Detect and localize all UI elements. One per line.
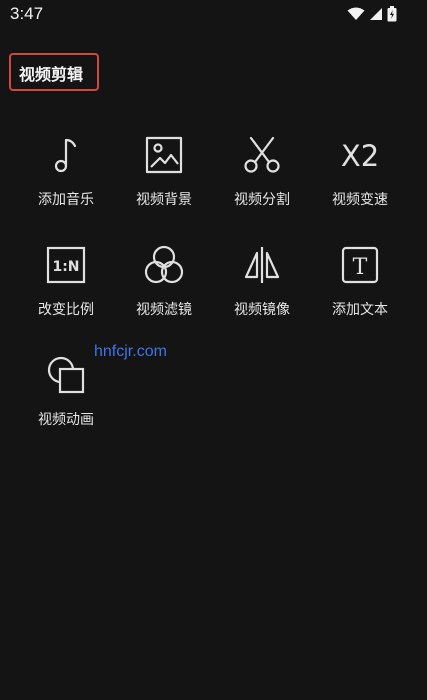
tool-label: 视频分割: [234, 192, 290, 208]
page-title: 视频剪辑: [19, 65, 84, 84]
scissors-icon: [244, 136, 280, 173]
status-icons: [347, 6, 397, 22]
svg-text:1:N: 1:N: [52, 259, 79, 275]
mirror-icon: [244, 247, 280, 283]
svg-text:T: T: [353, 255, 368, 280]
speed-x2-icon: X2: [341, 139, 379, 173]
tool-label: 视频动画: [38, 412, 94, 428]
battery-charging-icon: [387, 6, 397, 22]
aspect-ratio-icon: 1:N: [46, 246, 86, 284]
music-note-icon: [54, 138, 77, 173]
tool-video-background[interactable]: 视频背景: [116, 135, 212, 225]
tool-label: 添加文本: [332, 302, 388, 318]
tool-change-ratio[interactable]: 1:N 改变比例: [18, 245, 114, 335]
text-icon: T: [341, 246, 379, 284]
tool-video-filter[interactable]: 视频滤镜: [116, 245, 212, 335]
tool-label: 改变比例: [38, 302, 94, 318]
svg-text:X2: X2: [341, 139, 379, 173]
tool-label: 视频滤镜: [136, 302, 192, 318]
tool-video-animation[interactable]: 视频动画: [18, 355, 114, 445]
video-edit-screen: 3:47 视频剪辑 添加音乐 视频背景 视频分割 X2 视频变速 1:N 改变比…: [0, 0, 427, 700]
status-bar: 3:47: [0, 0, 427, 30]
status-time: 3:47: [10, 4, 44, 23]
animation-shapes-icon: [47, 356, 85, 394]
tool-add-music[interactable]: 添加音乐: [18, 135, 114, 225]
tool-add-text[interactable]: T 添加文本: [312, 245, 408, 335]
tool-label: 视频变速: [332, 192, 388, 208]
tool-video-speed[interactable]: X2 视频变速: [312, 135, 408, 225]
filter-circles-icon: [144, 245, 184, 284]
tool-label: 视频镜像: [234, 302, 290, 318]
watermark-text: hnfcjr.com: [94, 343, 167, 360]
cellular-signal-icon: [370, 8, 382, 20]
image-icon: [145, 136, 183, 174]
wifi-icon: [347, 7, 365, 20]
page-title-highlight: 视频剪辑: [9, 53, 99, 91]
tool-video-split[interactable]: 视频分割: [214, 135, 310, 225]
tool-label: 视频背景: [136, 192, 192, 208]
tool-label: 添加音乐: [38, 192, 94, 208]
tool-video-mirror[interactable]: 视频镜像: [214, 245, 310, 335]
